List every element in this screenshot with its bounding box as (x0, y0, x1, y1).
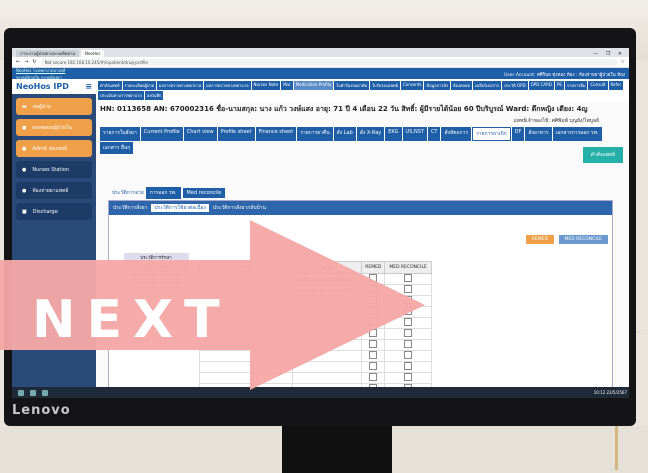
sidebar-item-label: Admit ส่งแพทย์ (32, 145, 67, 152)
sidebar-item-ward[interactable]: ▬ หอผู้ป่วย (16, 98, 92, 115)
sub-tab[interactable]: เอกสาร อื่นๆ (100, 142, 133, 154)
sidebar-title: NeoHos IPD ≡ (12, 79, 96, 94)
nav-tab-row: คำสั่งแพทย์ รายละเอียดผู้ป่วย ผลการตรวจทาง… (96, 79, 629, 102)
explorer-icon[interactable] (30, 389, 36, 396)
nav-tab[interactable]: ประเมินทางการพยาบาล (98, 91, 144, 100)
sub-tab[interactable]: สั่ง X-Ray (356, 127, 385, 141)
back-icon[interactable]: ← (16, 59, 20, 65)
next-label[interactable]: NEXT (32, 290, 231, 350)
menu-icon[interactable]: ≡ (85, 82, 92, 91)
sub-tab[interactable]: รายการยาเบิก (472, 127, 511, 141)
nav-tab[interactable]: Refer (608, 81, 624, 90)
sub-tab[interactable]: รายการยาคืน (297, 127, 333, 141)
sidebar-item-label: ห้องจ่ายยาแพทย์ (32, 187, 69, 194)
users-icon: ● (22, 124, 27, 131)
nav-tab[interactable]: รายการยืม (564, 81, 588, 90)
sub-tab[interactable]: เอกสารการออก รพ. (552, 127, 602, 141)
sidebar-item-pharmacy[interactable]: ● ห้องจ่ายยาแพทย์ (16, 182, 92, 199)
sub-tab[interactable]: Finance sheet (255, 127, 297, 141)
taskbar-clock: 10:12 23/5/2567 (593, 390, 627, 395)
address-input[interactable]: Not secure 192.168.10.245/#/inpatient/dr… (40, 58, 617, 66)
remed-button[interactable]: REMED (525, 235, 554, 244)
discharge-button[interactable]: การออก รพ. (145, 187, 181, 199)
sub-tab[interactable]: US,NST (402, 127, 427, 141)
nav-tab[interactable]: ผลการตรวจทางพยาบาล (204, 81, 251, 90)
chrome-icon[interactable] (42, 389, 48, 396)
nav-tab[interactable]: ประวัติ OPD (502, 81, 528, 90)
attending-doctor: แพทย์เจ้าของไข้: ศศิพิมพ์ บุญยัง/ไพบูลย์ (513, 118, 599, 124)
sidebar-item-nurses-station[interactable]: ● Nurses Station (16, 161, 92, 178)
panel-tabs: ประวัติการสั่งยา ประวัติการใช้ยาต่อเนื่อ… (109, 201, 612, 215)
home-link[interactable]: NeoHos โรงพยาบาลบางพลี (16, 67, 65, 74)
nav-tab[interactable]: Medication Profile (293, 81, 334, 90)
nav-tab[interactable]: PE (554, 81, 564, 90)
sidebar-item-admit[interactable]: ● Admit ส่งแพทย์ (16, 140, 92, 157)
history-label[interactable]: ประวัติการจ่าย (112, 189, 144, 197)
user-icon: ● (22, 187, 27, 194)
sidebar-item-discharge[interactable]: ■ Discharge (16, 203, 92, 220)
nav-tab[interactable]: เคลียร์เอกสาร (473, 81, 502, 90)
sidebar-item-label: Discharge (32, 208, 58, 215)
doctor-icon: ● (22, 145, 27, 152)
sidebar-item-label: หอผู้ป่วย (32, 103, 51, 110)
browser-urlbar: ← → ↻ Not secure 192.168.10.245/#/inpati… (12, 57, 629, 68)
window-controls[interactable]: — ❐ ✕ (593, 51, 629, 57)
med-reconcile-button[interactable]: MED RECONCILE (558, 235, 608, 244)
sidebar-item-label: ผลทดสอบผู้ป่วยใน (32, 124, 72, 131)
nav-tab[interactable]: ข้อมูลการสั่ง (424, 81, 450, 90)
sub-tab[interactable]: สั่งอาหาร (525, 127, 552, 141)
monitor-brand-logo: Lenovo (12, 403, 71, 418)
med-reconcile-tab[interactable]: Med reconcile (182, 188, 226, 198)
nav-tab[interactable]: ลงบันทึก (144, 91, 164, 100)
nav-tab[interactable]: ผลการตรวจทางพยาบาล (157, 81, 204, 90)
patient-info: HN: 0113658 AN: 670002316 ชื่อ-นามสกุล: … (100, 105, 588, 113)
tab-order-history[interactable]: ประวัติการสั่งยา (113, 204, 147, 212)
start-icon[interactable] (18, 389, 24, 396)
browser-tab[interactable]: ภาระงานผู้ป่วยผ่านระบบติดตาม (16, 50, 79, 57)
tab-continuous-use[interactable]: ประวัติการใช้ยาต่อเนื่อง (151, 204, 209, 212)
nav-tab[interactable]: Mar (281, 81, 293, 90)
sidebar-item-results[interactable]: ● ผลทดสอบผู้ป่วยใน (16, 119, 92, 136)
doctor-order-button[interactable]: คำสั่งแพทย์ (582, 147, 623, 163)
car-icon: ■ (22, 208, 27, 215)
nav-tab[interactable]: Consult (588, 81, 608, 90)
sidebar-item-label: Nurses Station (32, 166, 69, 173)
nav-tab[interactable]: คำสั่งแพทย์ (98, 81, 122, 90)
sub-tab[interactable]: DF (511, 127, 525, 141)
nav-tab[interactable]: ใบคำร้องขอผ่าตัด (334, 81, 370, 90)
forward-icon[interactable]: → (24, 59, 28, 65)
sub-tab[interactable]: สั่ง Lab (333, 127, 356, 141)
nav-tab[interactable]: รายละเอียดผู้ป่วย (122, 81, 157, 90)
app-title: NeoHos IPD (16, 82, 69, 91)
sub-tab[interactable]: EKG (385, 127, 402, 141)
nav-tab[interactable]: OPD CARD (528, 81, 554, 90)
browser-tab-active[interactable]: NeoHos (80, 50, 105, 57)
nurse-icon: ● (22, 166, 27, 173)
sub-tab[interactable]: Current Profile (140, 127, 183, 141)
sub-tab-row: รายการใบสั่งยา Current Profile Chart view P… (96, 125, 629, 156)
nav-tab[interactable]: ใบรับรองแพทย์ (370, 81, 400, 90)
sub-tab[interactable]: CT (427, 127, 441, 141)
sub-tab[interactable]: Chart view (183, 127, 217, 141)
nav-tab[interactable]: Consents (400, 81, 424, 90)
user-account: User Account: ศศิริมล ทุ่งทอง ห้อง : ห้อ… (504, 72, 625, 78)
history-row: ประวัติการจ่าย การออก รพ. Med reconcile (112, 187, 226, 199)
browser-tabbar: ภาระงานผู้ป่วยผ่านระบบติดตาม NeoHos — ❐ … (12, 48, 629, 57)
sub-tab[interactable]: Profile sheet (217, 127, 255, 141)
sub-tab[interactable]: สั่งหัตถการ (441, 127, 472, 141)
monitor-stand (282, 426, 392, 473)
reload-icon[interactable]: ↻ (32, 59, 36, 65)
nav-tab[interactable]: ห้องคลอด (450, 81, 473, 90)
tab-home-meds[interactable]: ประวัติการสั่งยากลับบ้าน (213, 204, 266, 212)
nav-tab[interactable]: Nurses Note (251, 81, 281, 90)
star-icon[interactable]: ☆ (621, 59, 625, 65)
sub-tab[interactable]: รายการใบสั่งยา (100, 127, 140, 141)
bed-icon: ▬ (22, 103, 27, 110)
